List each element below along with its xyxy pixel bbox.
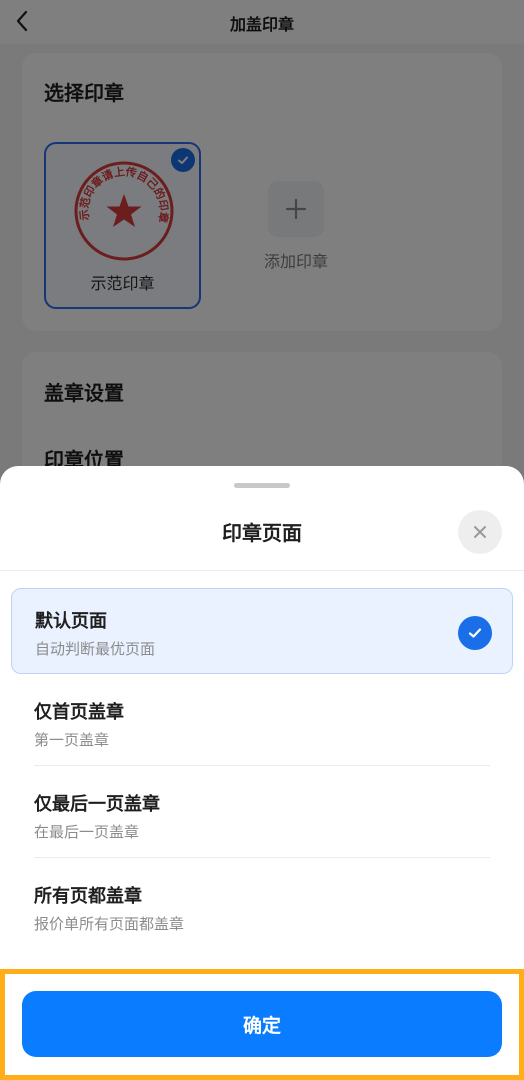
option-subtitle: 第一页盖章 (34, 731, 110, 749)
option-all-pages[interactable]: 所有页都盖章 报价单所有页面都盖章 (11, 864, 513, 950)
sheet-close-button[interactable] (458, 510, 502, 554)
close-icon (474, 526, 486, 538)
sheet-drag-handle[interactable] (234, 483, 290, 488)
option-divider (34, 857, 490, 858)
option-subtitle: 自动判断最优页面 (35, 640, 156, 658)
option-title: 仅最后一页盖章 (34, 794, 160, 815)
option-title: 所有页都盖章 (34, 886, 142, 907)
option-title: 默认页面 (35, 611, 107, 632)
confirm-button[interactable]: 确定 (22, 991, 502, 1057)
option-subtitle: 报价单所有页面都盖章 (34, 915, 185, 933)
option-default-page[interactable]: 默认页面 自动判断最优页面 (11, 588, 513, 674)
check-icon (458, 616, 492, 650)
sheet-divider (0, 570, 524, 571)
option-last-page[interactable]: 仅最后一页盖章 在最后一页盖章 (11, 772, 513, 858)
option-divider (34, 765, 490, 766)
option-subtitle: 在最后一页盖章 (34, 823, 140, 841)
sheet-title: 印章页面 (222, 521, 302, 545)
option-first-page[interactable]: 仅首页盖章 第一页盖章 (11, 680, 513, 766)
option-title: 仅首页盖章 (34, 702, 124, 723)
